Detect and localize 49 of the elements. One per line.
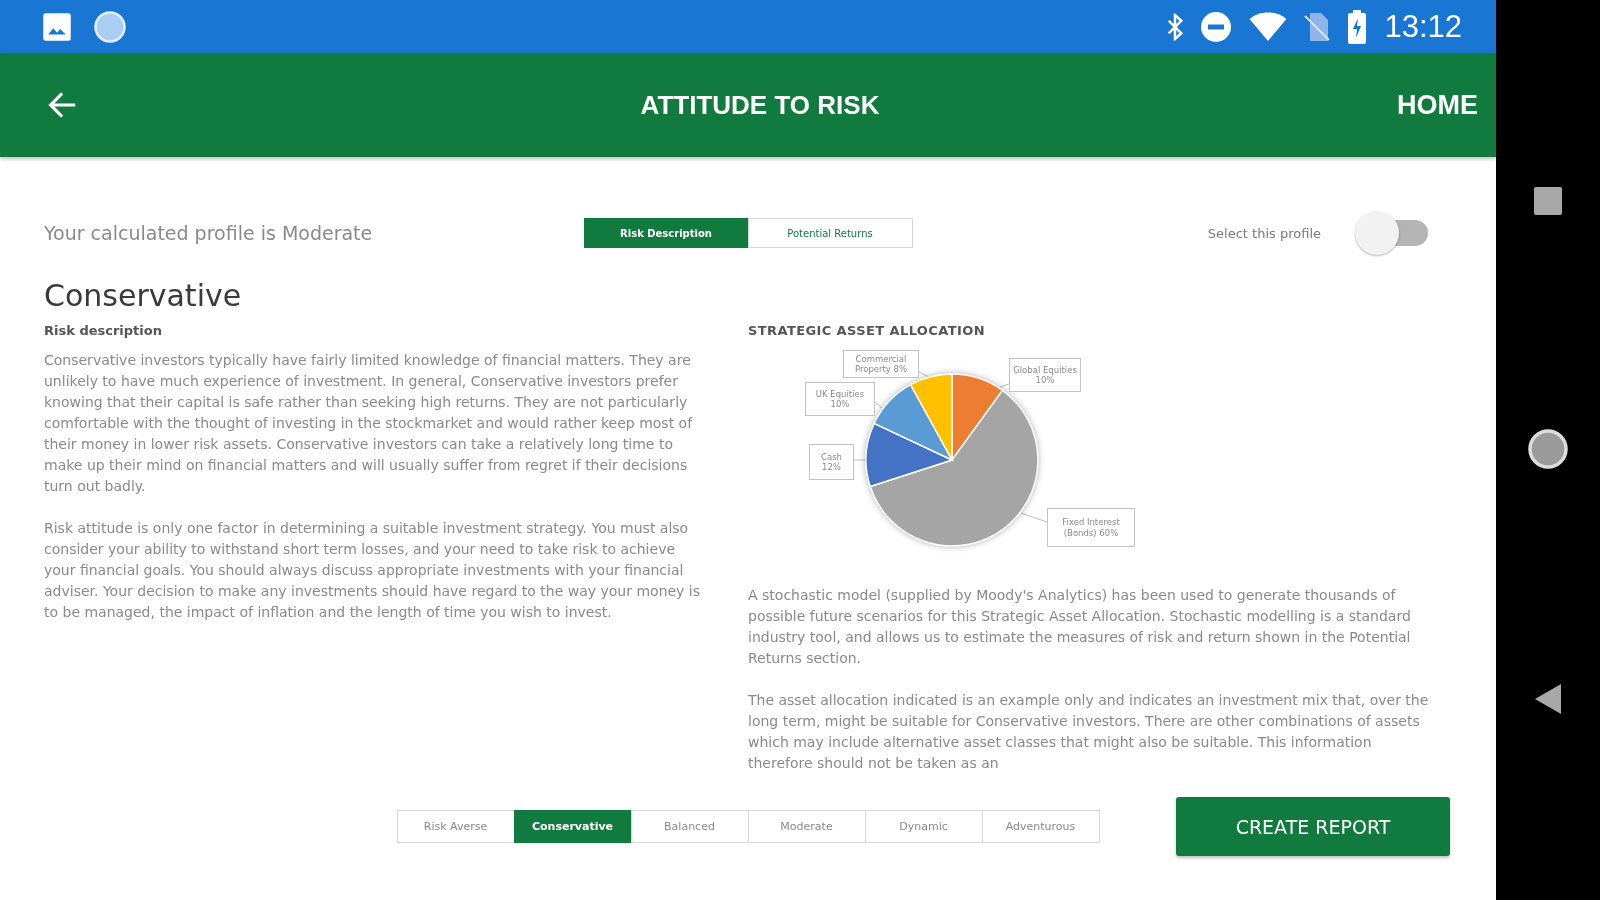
data-label: Commercial Property 8%: [843, 350, 919, 378]
bluetooth-icon: [1167, 12, 1184, 41]
no-sim-icon: [1304, 11, 1331, 42]
description-paragraph: Risk attitude is only one factor in determining a suitable investment strategy. You must also consider your ability to withstand short term losses, and your need to take risk to achieve your financial goals. You should always discuss appropriate investments with your financial adviser. Your decision to make any investments should have regard to the way your money is to be managed, the impact of inflation and the length of time you wish to invest.: [44, 519, 702, 622]
profile-tab[interactable]: Moderate: [747, 810, 866, 843]
data-label: UK Equities 10%: [805, 382, 875, 416]
leader-line: [853, 459, 867, 461]
home-button[interactable]: HOME: [1397, 88, 1478, 122]
chart-title: STRATEGIC ASSET ALLOCATION: [748, 322, 986, 340]
select-profile-label: Select this profile: [1207, 225, 1321, 241]
section-label: Risk description: [44, 322, 163, 340]
profile-tab[interactable]: Conservative: [513, 810, 632, 843]
leader-line: [999, 383, 1010, 388]
leader-line: [1020, 512, 1048, 523]
profile-tab[interactable]: Adventurous: [981, 810, 1100, 843]
slice-label: Commercial Property 8%: [853, 353, 909, 375]
profile-tab[interactable]: Dynamic: [864, 810, 983, 843]
circle-icon[interactable]: [1528, 429, 1568, 469]
description-paragraph: Conservative investors typically have fairly limited knowledge of financial matters. They are unlikely to have much experience of investment. In general, Conservative investors prefer knowing that their capital is safe rather than seeking high returns. They are not particularly comfortable with the thought of investing in the stockmarket and would rather keep most of their money in lower risk assets. Conservative investors can take a relatively long time to make up their mind on financial matters and will usually suffer from regret if their decisions turn out badly.: [44, 351, 694, 496]
view-tab[interactable]: Risk Description: [583, 218, 749, 248]
leader-line: [918, 371, 930, 378]
data-label: 10%: [830, 399, 850, 409]
create-report-button[interactable]: CREATE REPORT: [1176, 797, 1450, 856]
leader-line: [874, 401, 883, 409]
slice-label: Cash: [821, 451, 842, 462]
view-tab[interactable]: Potential Returns: [747, 218, 913, 248]
back-icon[interactable]: [1535, 684, 1561, 714]
data-label: Fixed Interest (Bonds) 60%: [1047, 508, 1135, 547]
clock: 13:12: [1384, 8, 1462, 45]
data-label: 10%: [1035, 375, 1055, 385]
slice-label: Global Equities: [1013, 364, 1077, 375]
slice-label: Fixed Interest (Bonds) 60%: [1061, 517, 1121, 538]
image-icon: [42, 11, 72, 42]
info-paragraph: A stochastic model (supplied by Moody's Analytics) has been used to generate thousands of possible future scenarios for this Strategic Asset Allocation. Stochastic modelling is a standard industry tool, and allows us to estimate the measures of risk and return shown in the Potential Returns section.: [748, 586, 1412, 668]
data-label: 12%: [822, 462, 841, 472]
toggle-switch[interactable]: [1354, 210, 1428, 256]
wifi-icon: [1249, 11, 1288, 42]
calculated-profile-text: Your calculated profile is Moderate: [44, 222, 373, 244]
data-label: Global Equities 10%: [1009, 358, 1081, 392]
profile-tab[interactable]: Risk Averse: [396, 810, 515, 843]
battery-charging-icon: [1347, 9, 1368, 44]
do-not-disturb-icon: [1200, 10, 1233, 43]
screen-title: ATTITUDE TO RISK: [640, 89, 880, 122]
profile-tab[interactable]: Balanced: [630, 810, 749, 843]
info-paragraph: The asset allocation indicated is an example only and indicates an investment mix that, over the long term, might be suitable for Conservative investors. There are other combinations of assets which may include alternative asset classes that might also be suitable. This information therefore should not be taken as an: [748, 691, 1430, 773]
circle-icon: [94, 10, 126, 43]
data-label: Cash 12%: [809, 444, 854, 480]
profile-heading: Conservative: [44, 278, 243, 314]
slice-label: UK Equities: [815, 388, 865, 399]
